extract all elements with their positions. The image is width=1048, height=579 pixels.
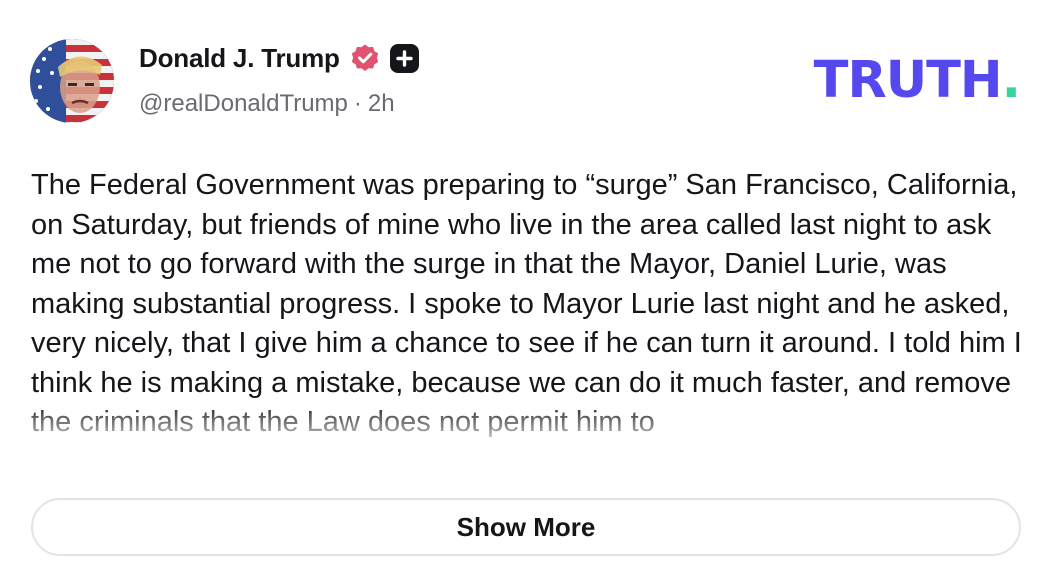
meta-separator: · <box>353 90 362 117</box>
logo-text: TRUTH <box>813 51 1003 110</box>
post-body: The Federal Government was preparing to … <box>31 166 1031 471</box>
author-row: Donald J. Trump <box>139 38 419 78</box>
author-name[interactable]: Donald J. Trump <box>139 43 340 74</box>
plus-icon <box>395 49 413 67</box>
truth-post-card: Donald J. Trump @realDonaldTrump · 2h TRUT… <box>0 0 1048 579</box>
truth-social-logo: TRUTH. <box>814 55 1021 106</box>
plus-badge-icon <box>389 43 419 73</box>
show-more-button[interactable]: Show More <box>31 498 1021 556</box>
post-meta: @realDonaldTrump · 2h <box>139 90 395 118</box>
author-handle[interactable]: @realDonaldTrump <box>139 90 348 117</box>
verified-badge-icon <box>351 44 378 71</box>
profile-avatar[interactable] <box>30 39 114 123</box>
post-text: The Federal Government was preparing to … <box>31 169 1022 438</box>
avatar-image <box>30 39 114 123</box>
logo-dot: . <box>1001 51 1021 110</box>
post-timestamp[interactable]: 2h <box>368 90 395 117</box>
